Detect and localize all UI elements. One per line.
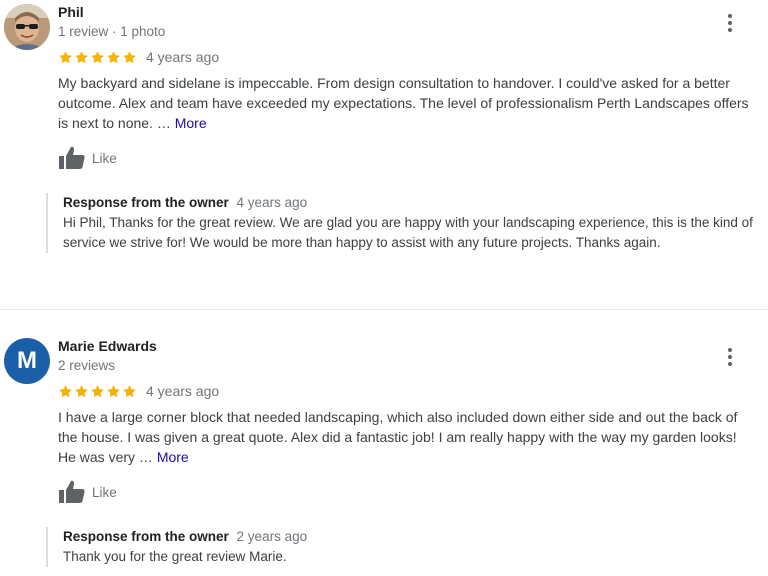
like-button[interactable]: Like: [58, 146, 117, 170]
review-age: 4 years ago: [146, 383, 220, 399]
star-icon: [122, 50, 137, 65]
like-label: Like: [92, 484, 117, 500]
review-ellipsis: …: [135, 449, 157, 465]
owner-response: Response from the owner 4 years ago Hi P…: [46, 193, 758, 253]
review-divider: [0, 309, 768, 310]
more-options-button[interactable]: [720, 10, 740, 36]
like-button[interactable]: Like: [58, 480, 117, 504]
owner-response-title: Response from the owner: [63, 195, 229, 210]
star-icon: [106, 384, 121, 399]
more-vert-dot: [728, 21, 732, 25]
owner-response-text: Thank you for the great review Marie.: [63, 549, 287, 564]
review-text: My backyard and sidelane is impeccable. …: [58, 73, 758, 133]
rating-row: 4 years ago: [58, 47, 219, 67]
star-icon: [106, 50, 121, 65]
reviewer-photo-icon: [4, 4, 50, 50]
more-options-button[interactable]: [720, 344, 740, 370]
star-icon: [122, 384, 137, 399]
star-icon: [90, 50, 105, 65]
more-vert-icon: [728, 14, 732, 18]
star-rating: [58, 384, 137, 399]
star-rating: [58, 50, 137, 65]
owner-response-header: Response from the owner 2 years ago: [63, 527, 758, 547]
reviewer-meta: 2 reviews: [58, 358, 116, 373]
star-icon: [58, 50, 73, 65]
owner-response-title: Response from the owner: [63, 529, 229, 544]
star-icon: [90, 384, 105, 399]
reviewer-avatar[interactable]: [4, 4, 50, 50]
owner-response-header: Response from the owner 4 years ago: [63, 193, 758, 213]
more-link[interactable]: More: [175, 115, 207, 131]
reviewer-name[interactable]: Marie Edwards: [58, 338, 157, 354]
review-ellipsis: …: [152, 115, 175, 131]
reviewer-meta: 1 review · 1 photo: [58, 24, 166, 39]
reviewer-name[interactable]: Phil: [58, 4, 84, 20]
star-icon: [74, 384, 89, 399]
owner-response-age: 2 years ago: [236, 529, 308, 544]
like-label: Like: [92, 150, 117, 166]
owner-response-age: 4 years ago: [236, 195, 308, 210]
more-vert-icon: [728, 348, 732, 352]
star-icon: [58, 384, 73, 399]
reviewer-avatar[interactable]: M: [4, 338, 50, 384]
star-icon: [74, 50, 89, 65]
thumbs-up-icon: [58, 480, 86, 504]
more-vert-dot: [728, 362, 732, 366]
more-link[interactable]: More: [157, 449, 189, 465]
rating-row: 4 years ago: [58, 381, 219, 401]
more-vert-dot: [728, 28, 732, 32]
owner-response: Response from the owner 2 years ago Than…: [46, 527, 758, 567]
review-age: 4 years ago: [146, 49, 220, 65]
owner-response-text: Hi Phil, Thanks for the great review. We…: [63, 215, 753, 250]
more-vert-dot: [728, 355, 732, 359]
review-text: I have a large corner block that needed …: [58, 407, 758, 467]
thumbs-up-icon: [58, 146, 86, 170]
